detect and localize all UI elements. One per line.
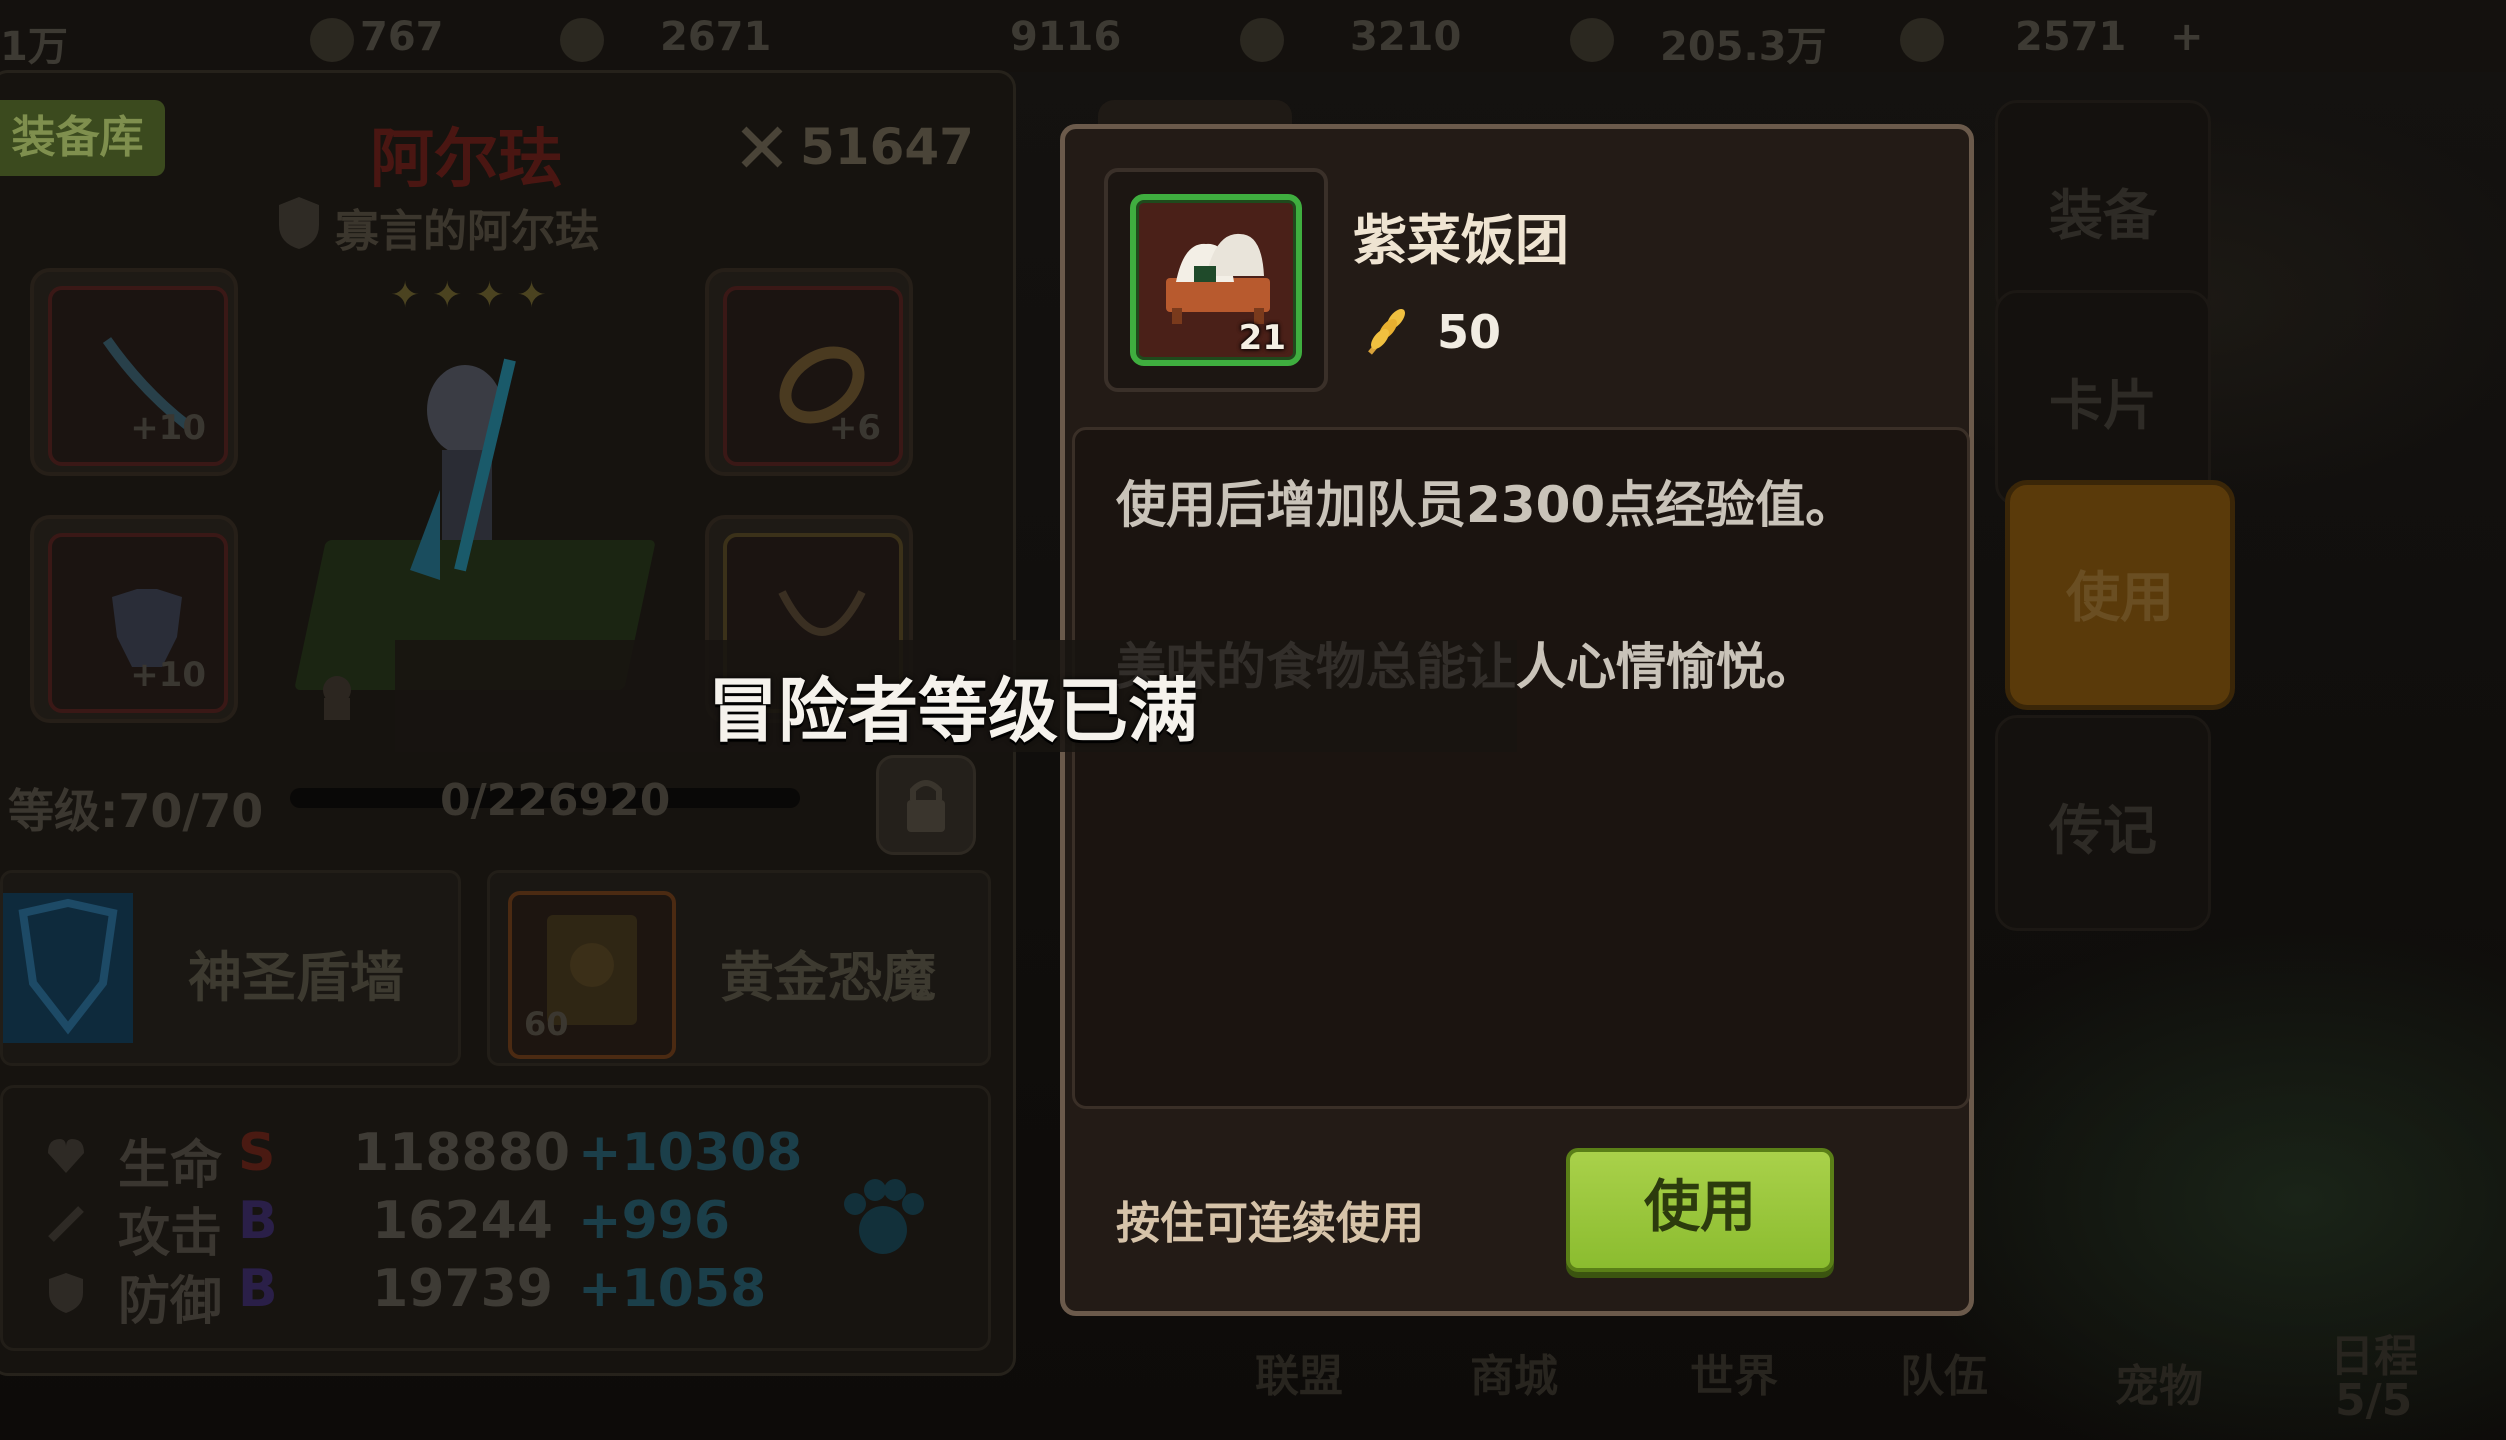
stat-name: 生命	[118, 1136, 223, 1196]
resource-6: 205.3万	[1660, 24, 1827, 70]
rice-ball-icon	[1166, 233, 1270, 324]
toast-message: 冒险者等级已满	[708, 670, 1198, 752]
hold-to-repeat-hint: 按住可连续使用	[1116, 1198, 1424, 1249]
holy-shield-skill-icon	[3, 893, 133, 1043]
nav-pet[interactable]: 宠物	[2115, 1350, 2203, 1414]
stat-name: 攻击	[118, 1204, 223, 1264]
item-slot: 21	[1130, 194, 1302, 366]
exp-text: 0/226920	[440, 775, 671, 826]
item-name: 紫菜饭团	[1353, 209, 1569, 272]
skill-card-1[interactable]: 神圣盾墙	[0, 870, 461, 1066]
wheat-icon	[1240, 18, 1284, 62]
equip-slot-ring[interactable]: +6	[705, 268, 913, 476]
dagger-icon	[48, 1206, 84, 1242]
heart-icon	[48, 1139, 84, 1173]
tab-biography[interactable]: 传记	[1995, 715, 2211, 931]
item-price: 50	[1437, 305, 1502, 359]
gem-icon	[560, 18, 604, 62]
wheat-icon	[1368, 309, 1405, 355]
tab-cards[interactable]: 卡片	[1995, 290, 2211, 506]
schedule-count: 5/5	[2335, 1375, 2413, 1426]
lock-button[interactable]	[876, 755, 976, 855]
item-count: 21	[1238, 318, 1286, 358]
shield-badge-icon	[279, 197, 319, 249]
gold-coin-icon	[1570, 18, 1614, 62]
crossed-swords-icon	[741, 126, 783, 168]
stat-row-defense: 防御 B 19739 +1058	[3, 1259, 983, 1332]
stat-value: 118880	[353, 1123, 571, 1183]
equip-slot-armor[interactable]: +10	[30, 515, 238, 723]
resource-3: 2671	[660, 14, 772, 60]
nav-alliance[interactable]: 联盟	[1255, 1340, 1343, 1404]
resource-2: 767	[360, 14, 444, 60]
stats-box: 生命 S 118880 +10308 攻击 B 16244 +996 防御 B …	[0, 1085, 991, 1351]
resource-icon	[310, 18, 354, 62]
equip-plus: +6	[828, 408, 881, 448]
equip-plus: +10	[130, 655, 206, 695]
stat-grade: B	[238, 1259, 278, 1319]
stat-bonus: +10308	[578, 1123, 803, 1183]
hero-power: 51647	[800, 118, 974, 176]
shield-icon	[49, 1273, 83, 1313]
use-button[interactable]: 使用	[1566, 1148, 1834, 1272]
nav-shop[interactable]: 商城	[1470, 1340, 1558, 1404]
stat-bonus: +1058	[578, 1259, 767, 1319]
hero-knight-figure	[410, 358, 516, 580]
hero-level: 等级:70/70	[8, 784, 264, 838]
tab-label: 传记	[2049, 799, 2157, 862]
stat-value: 16244	[372, 1191, 553, 1251]
add-resource-icon[interactable]: +	[2170, 14, 2204, 64]
card-level: 60	[524, 1005, 569, 1043]
tab-label: 卡片	[2049, 374, 2157, 437]
nav-team[interactable]: 队伍	[1900, 1340, 1988, 1404]
equip-slot-weapon[interactable]: +10	[30, 268, 238, 476]
card-frame: 60	[508, 891, 676, 1059]
hero-title: 寡言的阿尔珐	[335, 206, 599, 257]
resource-7: 2571	[2015, 14, 2127, 60]
equip-plus: +10	[130, 408, 206, 448]
skill-name-1: 神圣盾墙	[188, 946, 404, 1009]
resource-5: 3210	[1350, 14, 1462, 60]
stat-name: 防御	[118, 1272, 223, 1332]
lock-icon	[907, 780, 945, 832]
hero-name: 阿尔珐	[370, 123, 562, 197]
stat-grade: B	[238, 1191, 278, 1251]
equipment-store-tag[interactable]: 装备库	[0, 100, 165, 176]
hero-stars: ✦✦✦✦	[390, 275, 559, 316]
stat-grade: S	[238, 1123, 276, 1183]
item-icon-frame: 21	[1104, 168, 1328, 392]
diamond-icon	[1900, 18, 1944, 62]
tab-label: 装备	[2049, 184, 2157, 247]
nav-world[interactable]: 世界	[1690, 1340, 1778, 1404]
item-effect-text: 使用后增加队员2300点经验值。	[1116, 476, 1856, 534]
rune-icon	[323, 676, 351, 720]
tab-use[interactable]: 使用	[2005, 480, 2235, 710]
skill-card-2[interactable]: 60 黄金恐魔	[487, 870, 991, 1066]
tab-equipment[interactable]: 装备	[1995, 100, 2211, 316]
stat-value: 19739	[372, 1259, 553, 1319]
paw-icon[interactable]	[833, 1168, 933, 1268]
resource-4: 9116	[1010, 14, 1122, 60]
resource-1: 1万	[0, 24, 68, 70]
tab-label: 使用	[2066, 566, 2174, 629]
skill-name-2: 黄金恐魔	[720, 946, 936, 1009]
stat-bonus: +996	[578, 1191, 731, 1251]
